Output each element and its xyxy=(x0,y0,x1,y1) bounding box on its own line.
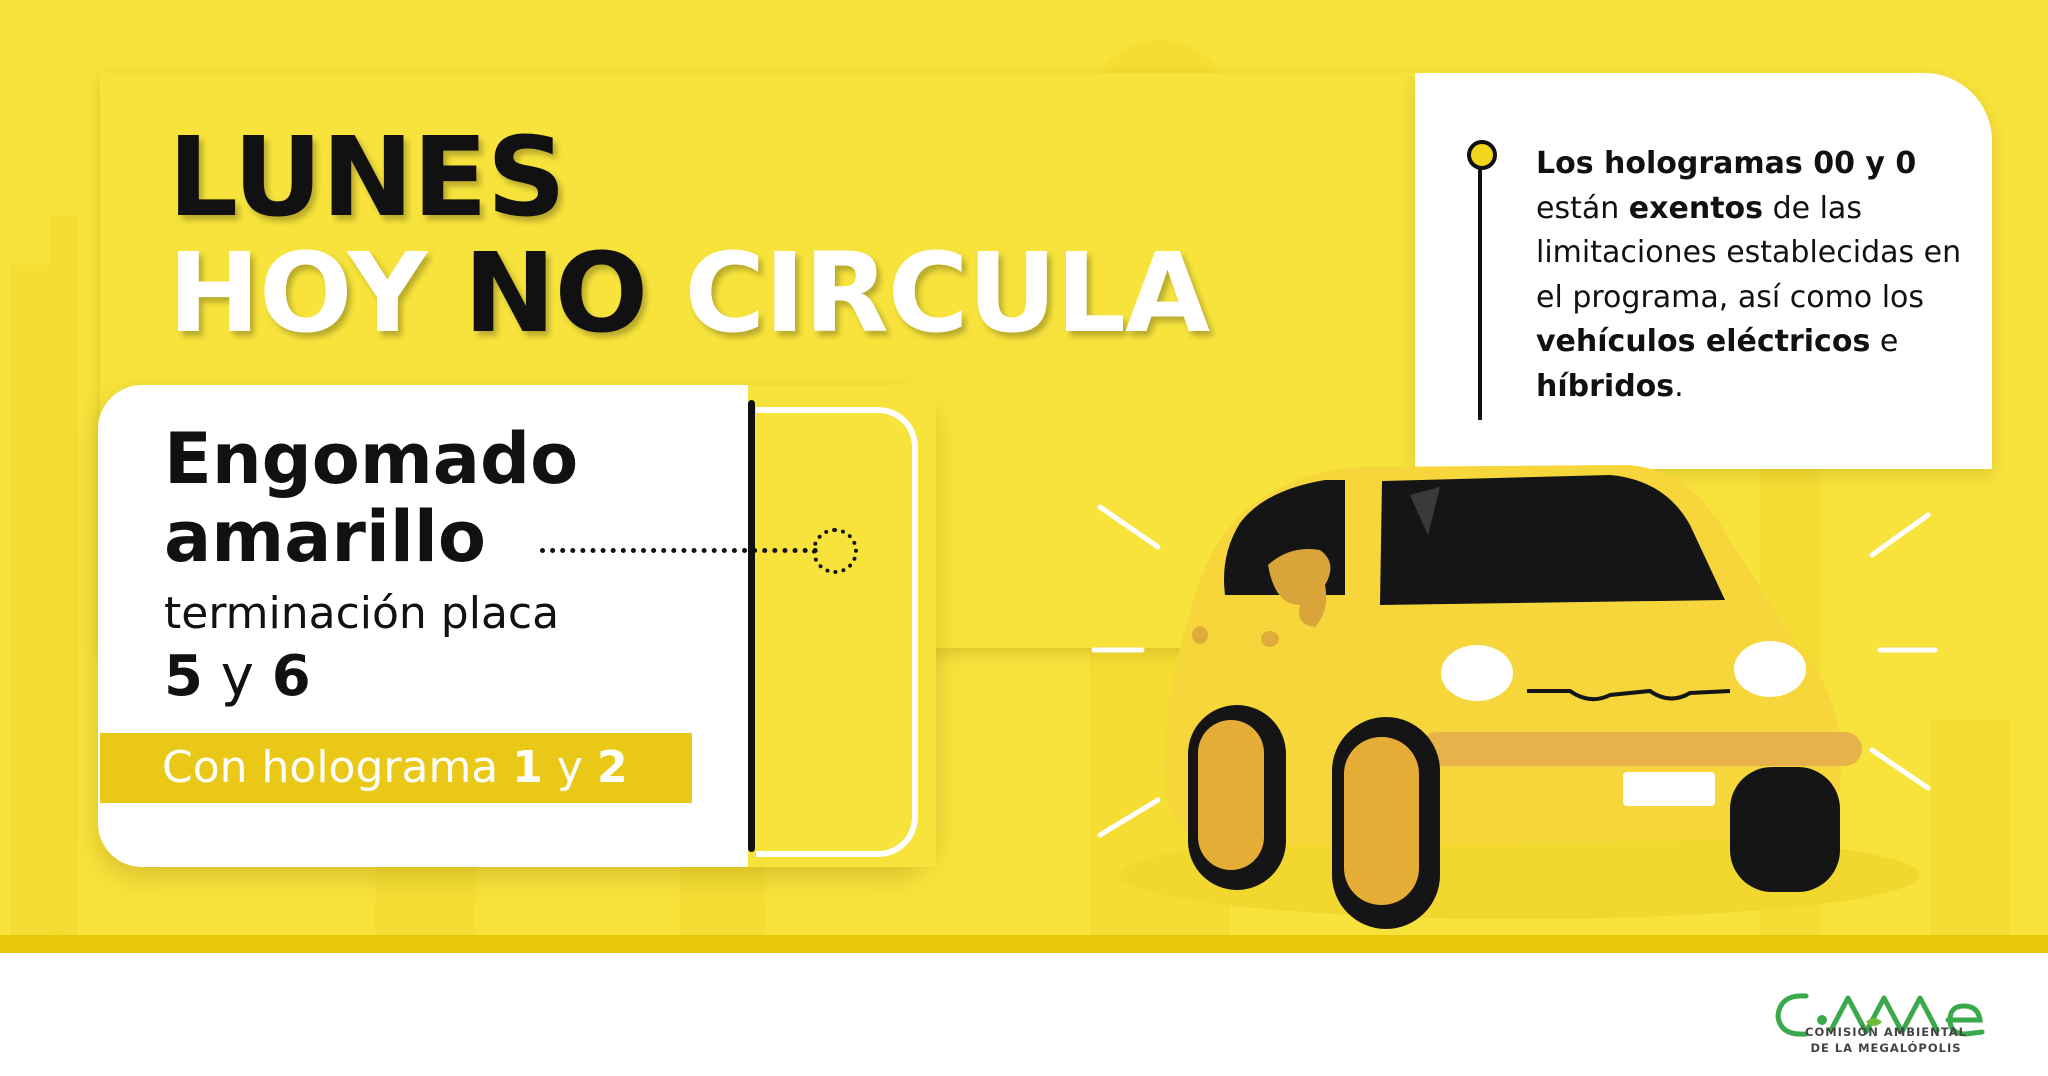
title-no: NO xyxy=(463,229,649,357)
sticker-title-line1: Engomado xyxy=(164,418,579,500)
car-bumper xyxy=(1420,732,1862,766)
car-hubcap-left xyxy=(1198,720,1264,870)
program-title: HOY NO CIRCULA xyxy=(168,238,1210,348)
skyline-building xyxy=(50,215,78,953)
note-text: e xyxy=(1879,324,1899,359)
plate-first: 5 xyxy=(164,644,203,709)
note-period: . xyxy=(1674,368,1684,404)
note-bold-electric: vehículos eléctricos xyxy=(1536,324,1871,359)
title-hoy: HOY xyxy=(168,229,427,357)
car-spot xyxy=(1192,626,1208,644)
sparkle-line xyxy=(1097,504,1161,550)
sticker-color-swatch-border xyxy=(756,407,918,857)
car-wheel-right xyxy=(1730,767,1840,892)
note-bold-exempt: exentos xyxy=(1628,190,1764,226)
note-text: están xyxy=(1536,190,1620,226)
note-bold-holograms: Los hologramas 00 y 0 xyxy=(1536,146,1917,181)
bottom-stripe xyxy=(0,935,2048,953)
note-pin-line xyxy=(1478,166,1482,420)
sticker-title-line2: amarillo xyxy=(164,496,487,578)
car-spot xyxy=(1261,631,1279,647)
plate-label: terminación placa xyxy=(164,588,560,639)
sparkle-line xyxy=(1097,797,1161,838)
logo-subtitle-line2: DE LA MEGALÓPOLIS xyxy=(1810,1041,1962,1055)
hologram-prefix: Con holograma xyxy=(162,742,499,793)
plate-numbers: 5 y 6 xyxy=(164,644,311,709)
sparkle-line xyxy=(1869,512,1931,558)
hologram-second: 2 xyxy=(596,742,628,793)
title-circula: CIRCULA xyxy=(684,229,1210,357)
plate-second: 6 xyxy=(271,644,311,709)
day-title: LUNES xyxy=(168,113,566,241)
note-pin-icon xyxy=(1467,140,1497,170)
car-hubcap-front xyxy=(1344,737,1419,905)
hologram-text: Con holograma 1 y 2 xyxy=(162,740,628,796)
hologram-first: 1 xyxy=(512,742,543,793)
sparkle-line xyxy=(1869,747,1931,791)
car-license-plate xyxy=(1623,772,1715,806)
car-headlight-right xyxy=(1734,641,1806,697)
logo-subtitle: COMISIÓN AMBIENTAL DE LA MEGALÓPOLIS xyxy=(1770,1024,2002,1056)
sticker-dotted-connector-icon xyxy=(540,548,818,553)
plate-connector: y xyxy=(220,644,254,709)
hologram-connector: y xyxy=(556,742,583,793)
note-bold-hybrid: híbridos xyxy=(1536,368,1675,404)
car-headlight-left xyxy=(1441,645,1513,701)
logo-subtitle-line1: COMISIÓN AMBIENTAL xyxy=(1805,1025,1967,1039)
car-illustration xyxy=(1091,465,1938,929)
sticker-target-circle-icon xyxy=(812,528,858,574)
sticker-title: Engomado amarillo xyxy=(164,420,578,576)
exemption-note: Los hologramas 00 y 0 están exentos de l… xyxy=(1536,142,1966,409)
sticker-divider xyxy=(748,400,755,852)
